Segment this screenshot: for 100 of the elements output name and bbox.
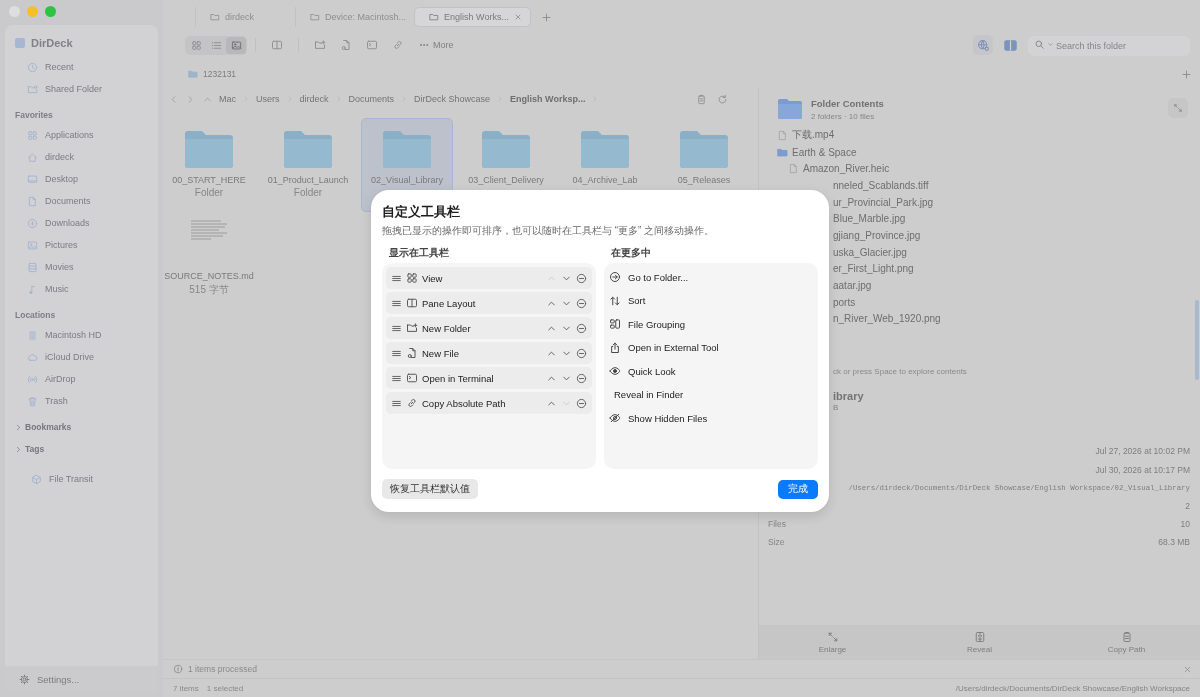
search-field[interactable]: Search this folder: [1028, 36, 1190, 56]
document-icon: [788, 163, 799, 175]
folder-icon: [27, 83, 38, 95]
remove-icon: [576, 347, 587, 359]
tab[interactable]: English Works...: [414, 7, 531, 27]
download-icon: [27, 217, 38, 229]
folder-icon: [579, 128, 631, 168]
bookmark[interactable]: 1232131: [188, 69, 237, 79]
search-icon: [1034, 39, 1045, 50]
folder-icon: [183, 128, 235, 168]
file-item[interactable]: 01_Product_Launch Folder: [262, 118, 354, 212]
sidebar-group[interactable]: Bookmarks: [5, 416, 158, 438]
new-folder-icon: [314, 39, 326, 51]
sidebar-item[interactable]: Downloads: [5, 212, 158, 234]
signal-waves-icon: [27, 373, 38, 385]
more-item[interactable]: Go to Folder...: [608, 267, 814, 288]
toolbar-item[interactable]: Pane Layout: [386, 292, 592, 314]
toolbar-item[interactable]: View: [386, 267, 592, 289]
reset-button[interactable]: 恢复工具栏默认值: [382, 479, 478, 499]
breadcrumb-item[interactable]: DirDeck Showcase: [414, 94, 491, 104]
scrollbar[interactable]: [1195, 300, 1199, 380]
more-button[interactable]: More: [419, 40, 454, 50]
sidebar-item[interactable]: Applications: [5, 124, 158, 146]
toolbar-item[interactable]: New Folder: [386, 317, 592, 339]
breadcrumb-item[interactable]: dirdeck: [299, 94, 329, 104]
refresh-icon: [717, 93, 728, 105]
sidebar-item[interactable]: Documents: [5, 190, 158, 212]
dialog-description: 拖拽已显示的操作即可排序，也可以随时在工具栏与 “更多” 之间移动操作。: [382, 224, 716, 238]
expand-button[interactable]: [1168, 98, 1188, 118]
toolbar-item[interactable]: Open in Terminal: [386, 367, 592, 389]
item-count: 7 items: [173, 683, 199, 693]
tab[interactable]: dirdeck: [195, 7, 295, 27]
action-button[interactable]: Reveal: [906, 625, 1053, 659]
file-name: ports: [833, 296, 856, 308]
sidebar-item[interactable]: Movies: [5, 256, 158, 278]
settings-button[interactable]: Settings...: [5, 666, 158, 692]
sidebar-item[interactable]: dirdeck: [5, 146, 158, 168]
more-item[interactable]: Reveal in Finder: [608, 384, 814, 405]
sort-arrows-icon: [609, 294, 621, 307]
eye-icon: [609, 365, 621, 378]
action-button[interactable]: Enlarge: [759, 625, 906, 659]
list-icon: [210, 39, 222, 51]
meta-value: 10: [1180, 519, 1190, 530]
globe-icon: [976, 38, 990, 52]
done-button[interactable]: 完成: [778, 479, 818, 499]
file-item[interactable]: 05_Releases: [658, 118, 750, 212]
panel-title: Folder Contents: [811, 98, 884, 109]
breadcrumb-item[interactable]: Documents: [348, 94, 395, 104]
selected-name: ibrary: [832, 390, 865, 403]
selected-size: B: [832, 403, 840, 413]
breadcrumb-item[interactable]: Mac: [219, 94, 236, 104]
sidebar-item[interactable]: iCloud Drive: [5, 346, 158, 368]
minimize-window-button[interactable]: [27, 6, 38, 17]
sidebar-item[interactable]: Music: [5, 278, 158, 300]
file-name: ur_Provincial_Park.jpg: [833, 196, 934, 208]
zoom-window-button[interactable]: [45, 6, 56, 17]
sidebar-item[interactable]: Recent: [5, 56, 158, 78]
more-item[interactable]: Quick Look: [608, 361, 814, 382]
remove-icon: [576, 372, 587, 384]
section-heading: Locations: [14, 309, 57, 322]
globe-button[interactable]: [973, 35, 993, 55]
view-mode-button[interactable]: [226, 36, 246, 54]
meta-value: Jul 27, 2026 at 10:02 PM: [1095, 446, 1190, 457]
more-item[interactable]: Open in External Tool: [608, 337, 814, 358]
add-icon: [1181, 68, 1192, 80]
sidebar-item[interactable]: AirDrop: [5, 368, 158, 390]
sidebar-item[interactable]: Trash: [5, 390, 158, 412]
monitor-icon: [27, 173, 38, 185]
sidebar-item[interactable]: Shared Folder: [5, 78, 158, 100]
action-button[interactable]: Copy Path: [1053, 625, 1200, 659]
grid-icon: [406, 272, 418, 284]
info-icon: [173, 664, 183, 674]
file-name: uska_Glacier.jpg: [833, 246, 907, 258]
sidebar-item[interactable]: Desktop: [5, 168, 158, 190]
more-item[interactable]: Sort: [608, 290, 814, 311]
folder-icon: [429, 12, 440, 22]
grouping-icon: [609, 318, 621, 331]
file-name: er_First_Light.png: [833, 263, 914, 275]
file-item[interactable]: SOURCE_NOTES.md 515 字节: [163, 212, 255, 308]
sidebar-item[interactable]: File Transit: [5, 468, 158, 490]
sidebar-item[interactable]: Macintosh HD: [5, 324, 158, 346]
file-item[interactable]: 04_Archive_Lab: [559, 118, 651, 212]
more-item[interactable]: File Grouping: [608, 314, 814, 335]
expand-arrows-icon: [826, 630, 839, 643]
sidebar-group[interactable]: Tags: [5, 438, 158, 460]
link-icon: [406, 397, 418, 409]
sidebar-item[interactable]: Pictures: [5, 234, 158, 256]
breadcrumb-item[interactable]: English Worksp...: [510, 94, 586, 104]
photo-icon: [27, 239, 38, 251]
file-item[interactable]: 00_START_HERE Folder: [163, 118, 255, 212]
file-item[interactable]: 03_Client_Delivery: [460, 118, 552, 212]
folder-icon: [678, 128, 730, 168]
more-item[interactable]: Show Hidden Files: [608, 408, 814, 429]
folder-icon: [777, 146, 788, 158]
remove-icon: [576, 397, 587, 409]
cube-icon: [31, 473, 42, 485]
close-icon: [1183, 664, 1192, 674]
toolbar-item[interactable]: Copy Absolute Path: [386, 392, 592, 414]
breadcrumb-item[interactable]: Users: [256, 94, 280, 104]
toolbar-item[interactable]: New File: [386, 342, 592, 364]
